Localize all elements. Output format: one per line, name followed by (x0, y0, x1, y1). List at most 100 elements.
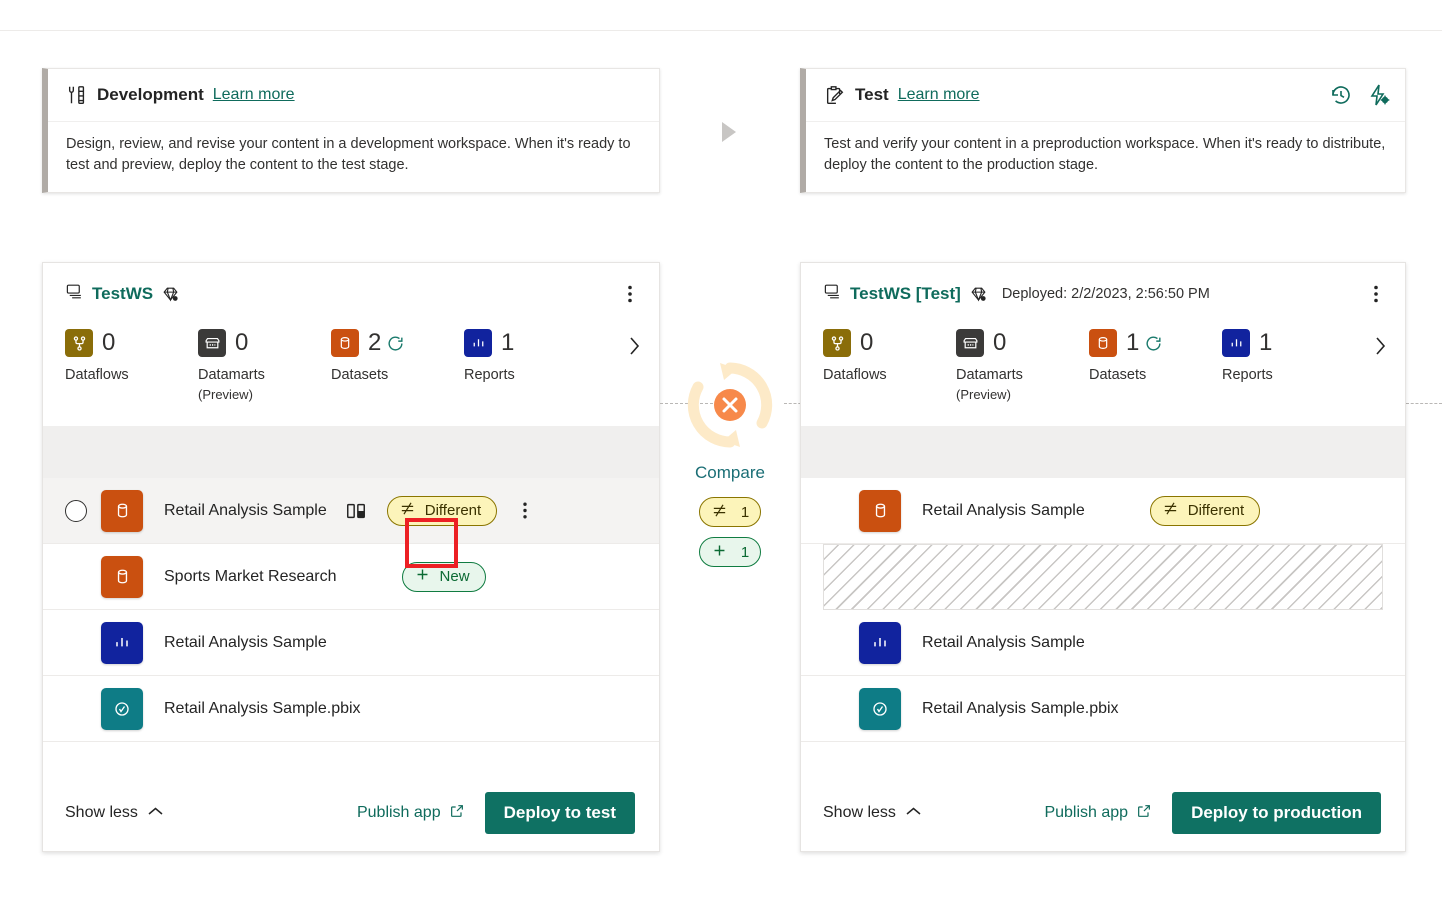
stat-datamarts[interactable]: 0 Datamarts (Preview) (198, 329, 331, 404)
dataset-icon (331, 329, 359, 357)
stat-label: Datamarts (956, 367, 1023, 383)
workspace-stats: 0 Dataflows 0 Datamarts (Preview) (43, 307, 659, 404)
top-divider (0, 30, 1442, 31)
stage-header-development: Development Learn more (48, 69, 659, 122)
pipeline-connector-far-right (1406, 403, 1442, 404)
stage-title: Development (97, 85, 204, 105)
status-badge: Different (387, 496, 497, 526)
list-item[interactable]: Retail Analysis Sample (43, 610, 659, 676)
stats-next-chevron-icon[interactable] (1373, 333, 1389, 359)
report-icon (101, 622, 143, 664)
deployment-history-icon[interactable] (1329, 83, 1353, 107)
compare-different-count: 1 (741, 504, 749, 521)
stat-label: Dataflows (823, 367, 887, 383)
dataflow-icon (823, 329, 851, 357)
stat-dataflows[interactable]: 0 Dataflows (65, 329, 198, 385)
item-more-options-button[interactable] (513, 498, 537, 524)
deploy-button[interactable]: Deploy to production (1172, 792, 1381, 834)
item-name: Sports Market Research (164, 568, 337, 586)
workspace-more-options-button[interactable] (617, 281, 643, 307)
compare-label[interactable]: Compare (660, 463, 800, 483)
stat-reports[interactable]: 1 Reports (464, 329, 597, 385)
tools-icon (66, 84, 88, 106)
workspace-name[interactable]: TestWS (92, 284, 153, 304)
report-icon (1222, 329, 1250, 357)
workspace-more-options-button[interactable] (1363, 281, 1389, 307)
list-item[interactable]: Retail Analysis Sample.pbix (801, 676, 1405, 742)
stat-datasets[interactable]: 2 Datasets (331, 329, 464, 385)
stat-sublabel: (Preview) (956, 385, 1089, 404)
show-less-label: Show less (823, 804, 896, 822)
workspace-header: TestWS [Test] Deployed: 2/2/2023, 2:56:5… (801, 263, 1405, 307)
compare-status-indicator[interactable] (680, 355, 780, 455)
status-badge-label: Different (1188, 502, 1244, 519)
compare-panel: Compare 1 1 (660, 355, 800, 567)
chevron-up-icon (147, 804, 164, 822)
premium-capacity-icon (969, 285, 988, 304)
workspace-name[interactable]: TestWS [Test] (850, 284, 961, 304)
stat-count: 0 (102, 331, 115, 355)
item-name: Retail Analysis Sample.pbix (164, 700, 361, 718)
stat-dataflows[interactable]: 0 Dataflows (823, 329, 956, 385)
learn-more-link[interactable]: Learn more (213, 86, 295, 104)
stat-count: 1 (501, 331, 514, 355)
clipboard-pencil-icon (824, 84, 846, 106)
deployment-rules-icon[interactable] (1367, 83, 1391, 107)
workspace-icon (65, 282, 84, 306)
item-name: Retail Analysis Sample (164, 634, 327, 652)
plus-icon (711, 542, 728, 563)
learn-more-link[interactable]: Learn more (898, 86, 980, 104)
stage-header-test: Test Learn more (806, 69, 1405, 122)
stat-datasets[interactable]: 1 Datasets (1089, 329, 1222, 385)
item-name: Retail Analysis Sample.pbix (922, 700, 1119, 718)
stage-title: Test (855, 85, 889, 105)
refresh-icon[interactable] (386, 334, 405, 353)
list-item[interactable]: Retail Analysis Sample (801, 610, 1405, 676)
datamart-icon (956, 329, 984, 357)
report-icon (859, 622, 901, 664)
status-badge-label: Different (425, 502, 481, 519)
show-less-label: Show less (65, 804, 138, 822)
list-item[interactable]: Sports Market Research New (43, 544, 659, 610)
workspace-header: TestWS (43, 263, 659, 307)
deploy-button[interactable]: Deploy to test (485, 792, 635, 834)
list-item[interactable]: Retail Analysis Sample.pbix (43, 676, 659, 742)
stage-card-development: Development Learn more Design, review, a… (42, 68, 660, 193)
report-icon (464, 329, 492, 357)
dataflow-icon (65, 329, 93, 357)
dataset-icon (1089, 329, 1117, 357)
deployed-timestamp: Deployed: 2/2/2023, 2:56:50 PM (1002, 286, 1210, 302)
stat-label: Datasets (331, 367, 388, 383)
datamart-icon (198, 329, 226, 357)
item-select-radio[interactable] (65, 500, 87, 522)
stat-count: 1 (1259, 331, 1272, 355)
compare-items-icon[interactable] (343, 498, 369, 524)
show-less-button[interactable]: Show less (65, 804, 164, 822)
not-equal-icon (1162, 500, 1179, 521)
dataset-icon (859, 490, 901, 532)
content-item-list: Retail Analysis Sample Different (43, 478, 659, 775)
premium-capacity-icon (161, 285, 180, 304)
stats-list-separator (801, 426, 1405, 478)
show-less-button[interactable]: Show less (823, 804, 922, 822)
stat-label: Dataflows (65, 367, 129, 383)
list-item[interactable]: Retail Analysis Sample Different (43, 478, 659, 544)
stat-count: 0 (860, 331, 873, 355)
stage-description: Design, review, and revise your content … (48, 122, 659, 176)
external-link-icon (1136, 803, 1152, 824)
compare-counts: 1 1 (660, 497, 800, 567)
status-badge: New (402, 562, 486, 592)
publish-app-label: Publish app (357, 804, 441, 822)
chevron-up-icon (905, 804, 922, 822)
dataset-icon (101, 490, 143, 532)
stats-next-chevron-icon[interactable] (627, 333, 643, 359)
publish-app-button[interactable]: Publish app (357, 803, 465, 824)
workspace-footer: Show less Publish app Deploy to producti… (801, 775, 1405, 851)
publish-app-button[interactable]: Publish app (1044, 803, 1152, 824)
stats-list-separator (43, 426, 659, 478)
list-item[interactable]: Retail Analysis Sample Different (801, 478, 1405, 544)
workspace-card-development: TestWS (42, 262, 660, 852)
stat-reports[interactable]: 1 Reports (1222, 329, 1355, 385)
refresh-icon[interactable] (1144, 334, 1163, 353)
stat-datamarts[interactable]: 0 Datamarts (Preview) (956, 329, 1089, 404)
